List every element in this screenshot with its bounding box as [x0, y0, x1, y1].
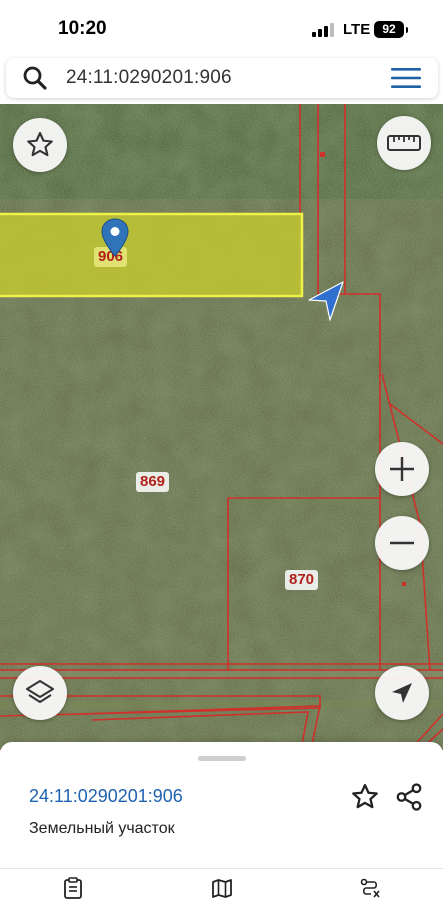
parcel-number-link[interactable]: 24:11:0290201:906: [29, 786, 183, 807]
sheet-drag-handle[interactable]: [198, 756, 246, 761]
bottom-navigation: [0, 868, 443, 900]
user-location-arrow-icon: [308, 281, 344, 321]
favorite-button[interactable]: [13, 118, 67, 172]
search-icon[interactable]: [22, 65, 48, 91]
share-icon[interactable]: [394, 782, 424, 812]
search-bar[interactable]: 24:11:0290201:906: [6, 58, 438, 98]
parcel-info-sheet[interactable]: 24:11:0290201:906 Земельный участок: [0, 742, 443, 868]
status-time: 10:20: [58, 18, 107, 39]
parcel-label-870[interactable]: 870: [285, 570, 319, 590]
menu-icon[interactable]: [390, 67, 422, 89]
ruler-button[interactable]: [377, 116, 431, 170]
location-arrow-icon: [392, 683, 412, 703]
location-pin-icon[interactable]: [101, 218, 129, 258]
map-icon[interactable]: [211, 877, 233, 899]
network-type: LTE: [343, 21, 371, 38]
map-terrain: [0, 104, 443, 750]
layers-button[interactable]: [13, 666, 67, 720]
layers-icon: [26, 680, 54, 703]
zoom-in-button[interactable]: [375, 442, 429, 496]
star-outline-icon[interactable]: [350, 782, 380, 812]
search-input[interactable]: 24:11:0290201:906: [66, 67, 232, 89]
parcel-type: Земельный участок: [29, 820, 175, 837]
plus-icon: [390, 457, 414, 481]
route-icon[interactable]: [359, 877, 381, 899]
ruler-icon: [387, 135, 421, 151]
parcel-label-869[interactable]: 869: [136, 472, 170, 492]
signal-strength-icon: [312, 23, 334, 37]
satellite-map[interactable]: 906 869 870: [0, 104, 443, 750]
minus-icon: [390, 541, 414, 545]
star-icon: [27, 132, 53, 157]
battery-level: 92: [374, 21, 408, 38]
locate-button[interactable]: [375, 666, 429, 720]
status-bar: 10:20 LTE 92: [0, 0, 443, 58]
clipboard-icon[interactable]: [62, 877, 84, 899]
zoom-out-button[interactable]: [375, 516, 429, 570]
